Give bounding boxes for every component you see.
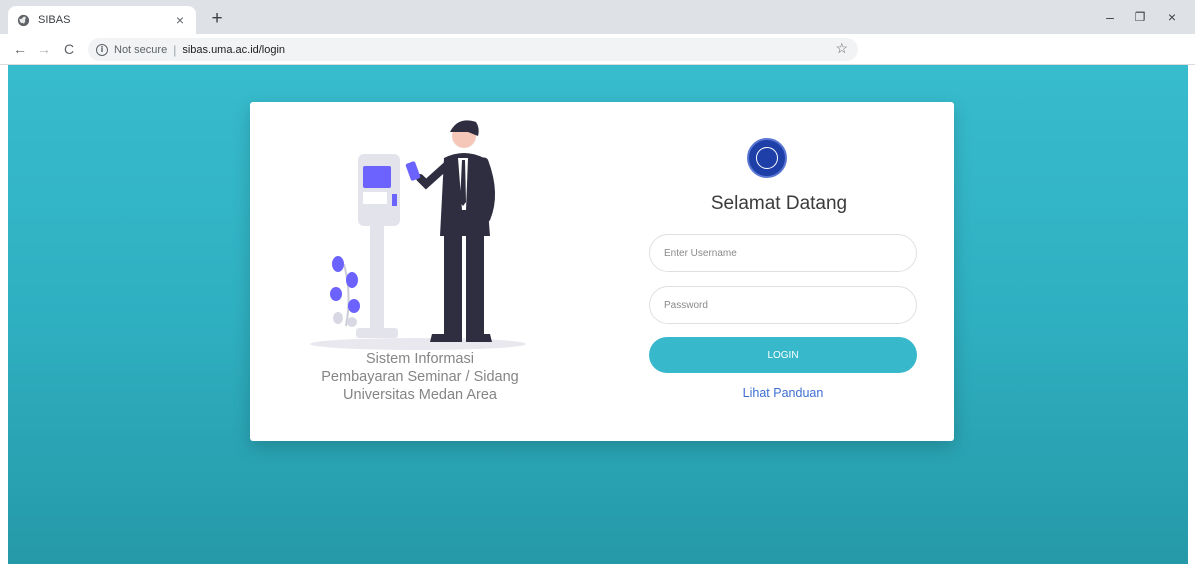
security-label: Not secure: [114, 43, 168, 56]
university-logo: [747, 138, 787, 178]
globe-icon: [16, 13, 30, 27]
atm-illustration: [310, 120, 526, 350]
address-separator: |: [173, 42, 177, 57]
back-button[interactable]: ←: [9, 38, 31, 60]
caption-line-2: Pembayaran Seminar / Sidang: [321, 369, 519, 385]
info-icon[interactable]: i: [96, 43, 108, 56]
star-icon[interactable]: ☆: [835, 40, 848, 57]
login-card: Sistem Informasi Pembayaran Seminar / Si…: [250, 102, 954, 441]
tab-title: SIBAS: [38, 14, 71, 26]
caption-line-1: Sistem Informasi: [366, 351, 474, 367]
guide-link[interactable]: Lihat Panduan: [649, 386, 917, 400]
forward-button[interactable]: →: [33, 38, 55, 60]
address-bar[interactable]: i Not secure | sibas.uma.ac.id/login ☆: [88, 38, 858, 61]
username-input[interactable]: [649, 234, 917, 272]
new-tab-button[interactable]: +: [205, 8, 229, 30]
url-text[interactable]: sibas.uma.ac.id/login: [182, 44, 285, 56]
page-background: Sistem Informasi Pembayaran Seminar / Si…: [8, 65, 1188, 564]
tab-close-icon[interactable]: ×: [172, 12, 188, 28]
app-caption: Sistem Informasi Pembayaran Seminar / Si…: [280, 350, 560, 404]
reload-button[interactable]: C: [58, 38, 80, 60]
minimize-button[interactable]: –: [1095, 4, 1125, 30]
welcome-heading: Selamat Datang: [710, 193, 848, 214]
close-window-button[interactable]: ×: [1157, 4, 1187, 30]
maximize-button[interactable]: ❐: [1125, 4, 1155, 30]
login-button[interactable]: LOGIN: [649, 337, 917, 373]
browser-toolbar: ← → C i Not secure | sibas.uma.ac.id/log…: [0, 34, 1195, 65]
password-input[interactable]: [649, 286, 917, 324]
tab-strip: SIBAS × + – ❐ ×: [0, 0, 1195, 34]
caption-line-3: Universitas Medan Area: [343, 387, 497, 403]
logo-emblem: [756, 147, 778, 169]
browser-tab[interactable]: SIBAS ×: [8, 6, 196, 34]
